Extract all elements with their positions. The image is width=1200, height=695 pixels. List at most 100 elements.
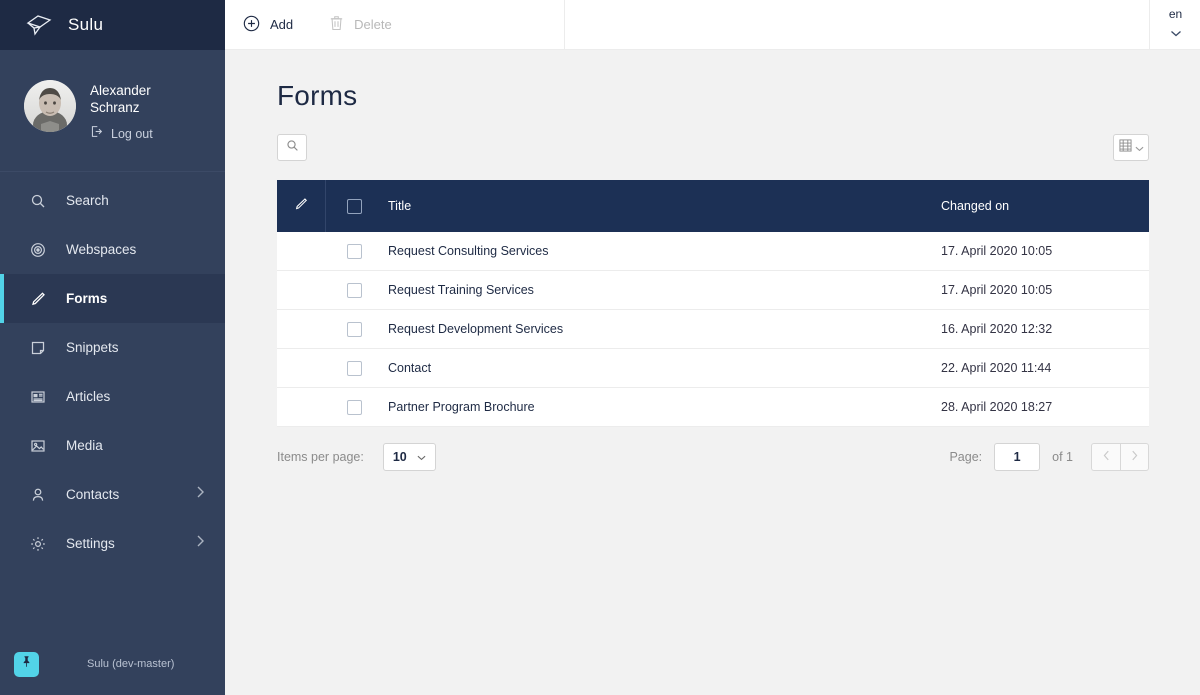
table-row[interactable]: Request Consulting Services 17. April 20… xyxy=(277,232,1149,271)
articles-icon xyxy=(30,389,46,405)
main-area: Add Delete en Forms xyxy=(225,0,1200,695)
logout-button[interactable]: Log out xyxy=(90,125,185,143)
pencil-icon xyxy=(30,291,46,307)
chevron-down-icon xyxy=(417,450,426,464)
sulu-admin-app: Sulu xyxy=(0,0,1200,695)
sidebar-item-label: Webspaces xyxy=(66,242,225,257)
grid-view-icon xyxy=(1119,139,1132,157)
logout-label: Log out xyxy=(111,127,153,141)
page-navigation-group: Page: of 1 xyxy=(949,443,1149,471)
row-checkbox[interactable] xyxy=(347,361,362,376)
sidebar-item-label: Snippets xyxy=(66,340,225,355)
sidebar-item-label: Media xyxy=(66,438,225,453)
version-label: Sulu (dev-master) xyxy=(87,658,174,670)
gear-icon xyxy=(30,536,46,552)
sulu-origami-logo-icon xyxy=(26,14,52,36)
table-row[interactable]: Request Development Services 16. April 2… xyxy=(277,310,1149,349)
chevron-down-icon xyxy=(1170,24,1182,42)
page-input[interactable] xyxy=(994,443,1040,471)
row-select-cell[interactable] xyxy=(326,244,382,259)
items-per-page-value: 10 xyxy=(393,450,407,464)
page-title: Forms xyxy=(277,50,1149,134)
previous-page-button[interactable] xyxy=(1091,443,1120,471)
sidebar-item-label: Contacts xyxy=(66,487,176,502)
sidebar-item-label: Search xyxy=(66,193,225,208)
pencil-icon xyxy=(294,197,308,216)
row-title: Request Training Services xyxy=(382,283,919,297)
row-title: Partner Program Brochure xyxy=(382,400,919,414)
row-checkbox[interactable] xyxy=(347,244,362,259)
select-all-checkbox[interactable] xyxy=(347,199,362,214)
view-mode-button[interactable] xyxy=(1113,134,1149,161)
chevron-left-icon xyxy=(1103,450,1110,464)
sidebar-item-articles[interactable]: Articles xyxy=(0,372,225,421)
sidebar-item-label: Forms xyxy=(66,291,225,306)
list-controls xyxy=(277,134,1149,161)
row-title: Request Development Services xyxy=(382,322,919,336)
row-select-cell[interactable] xyxy=(326,283,382,298)
avatar[interactable] xyxy=(24,80,76,132)
row-select-cell[interactable] xyxy=(326,400,382,415)
row-changed-on: 16. April 2020 12:32 xyxy=(919,322,1149,336)
webspaces-icon xyxy=(30,242,46,258)
table-header-row: Title Changed on xyxy=(277,180,1149,232)
plus-circle-icon xyxy=(243,15,260,35)
sidebar-nav: Search Webspaces Forms Snippets xyxy=(0,172,225,633)
table-row[interactable]: Contact 22. April 2020 11:44 xyxy=(277,349,1149,388)
pin-sidebar-button[interactable] xyxy=(14,652,39,677)
sidebar-item-label: Articles xyxy=(66,389,225,404)
column-changed-on-header[interactable]: Changed on xyxy=(919,199,1149,213)
delete-label: Delete xyxy=(354,17,392,32)
chevron-right-icon xyxy=(1131,450,1138,464)
add-button[interactable]: Add xyxy=(225,0,311,50)
delete-button[interactable]: Delete xyxy=(311,0,410,50)
add-label: Add xyxy=(270,17,293,32)
pagination: Items per page: 10 Page: of 1 xyxy=(277,427,1149,487)
user-block: Alexander Schranz Log out xyxy=(0,50,225,172)
row-checkbox[interactable] xyxy=(347,400,362,415)
next-page-button[interactable] xyxy=(1120,443,1149,471)
search-toggle-button[interactable] xyxy=(277,134,307,161)
page-arrows xyxy=(1091,443,1149,471)
row-edit-cell[interactable] xyxy=(277,381,326,433)
sidebar-item-contacts[interactable]: Contacts xyxy=(0,470,225,519)
search-icon xyxy=(30,193,46,209)
sidebar-item-webspaces[interactable]: Webspaces xyxy=(0,225,225,274)
sidebar-item-forms[interactable]: Forms xyxy=(0,274,225,323)
logout-icon xyxy=(90,125,103,143)
row-changed-on: 28. April 2020 18:27 xyxy=(919,400,1149,414)
row-select-cell[interactable] xyxy=(326,322,382,337)
row-title: Contact xyxy=(382,361,919,375)
chevron-down-icon xyxy=(1135,139,1144,157)
row-changed-on: 17. April 2020 10:05 xyxy=(919,283,1149,297)
total-pages-label: of 1 xyxy=(1052,450,1073,464)
column-title-header[interactable]: Title xyxy=(382,199,919,213)
user-icon xyxy=(30,487,46,503)
table-row[interactable]: Partner Program Brochure 28. April 2020 … xyxy=(277,388,1149,427)
forms-table: Title Changed on Request Consulting Serv… xyxy=(277,180,1149,427)
table-row[interactable]: Request Training Services 17. April 2020… xyxy=(277,271,1149,310)
items-per-page-select[interactable]: 10 xyxy=(383,443,436,471)
row-changed-on: 22. April 2020 11:44 xyxy=(919,361,1149,375)
row-title: Request Consulting Services xyxy=(382,244,919,258)
sidebar-item-media[interactable]: Media xyxy=(0,421,225,470)
row-checkbox[interactable] xyxy=(347,283,362,298)
row-select-cell[interactable] xyxy=(326,361,382,376)
sidebar-item-settings[interactable]: Settings xyxy=(0,519,225,568)
items-per-page-label: Items per page: xyxy=(277,450,364,464)
language-selector[interactable]: en xyxy=(1149,0,1200,50)
sidebar-item-snippets[interactable]: Snippets xyxy=(0,323,225,372)
sidebar-item-label: Settings xyxy=(66,536,176,551)
row-checkbox[interactable] xyxy=(347,322,362,337)
row-changed-on: 17. April 2020 10:05 xyxy=(919,244,1149,258)
language-label: en xyxy=(1169,7,1182,21)
brand-name: Sulu xyxy=(68,15,103,35)
sidebar-item-search[interactable]: Search xyxy=(0,176,225,225)
column-select-all[interactable] xyxy=(326,199,382,214)
trash-icon xyxy=(329,15,344,34)
sidebar: Sulu xyxy=(0,0,225,695)
user-meta: Alexander Schranz Log out xyxy=(90,80,185,143)
media-icon xyxy=(30,438,46,454)
brand-logo-bar[interactable]: Sulu xyxy=(0,0,225,50)
chevron-right-icon xyxy=(196,534,205,553)
